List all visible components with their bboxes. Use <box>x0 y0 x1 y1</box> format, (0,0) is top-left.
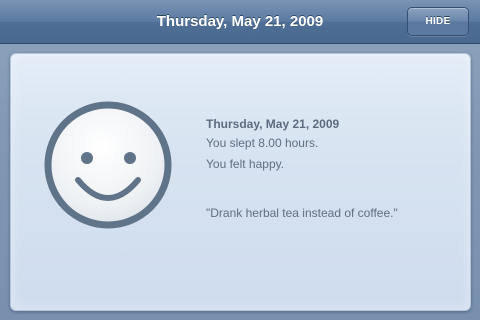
mood-text: You felt happy. <box>206 157 285 171</box>
sleep-hours: You slept 8.00 hours. <box>206 136 319 150</box>
entry-date: Thursday, May 21, 2009 <box>206 117 340 131</box>
hide-button[interactable]: HIDE <box>407 7 469 36</box>
entry-summary: Thursday, May 21, 2009 You slept 8.00 ho… <box>206 115 339 175</box>
right-eye <box>124 152 136 164</box>
navigation-bar: Thursday, May 21, 2009 HIDE <box>0 0 480 44</box>
entry-note: "Drank herbal tea instead of coffee." <box>206 206 398 220</box>
happy-face-icon <box>44 101 172 229</box>
left-eye <box>81 152 93 164</box>
